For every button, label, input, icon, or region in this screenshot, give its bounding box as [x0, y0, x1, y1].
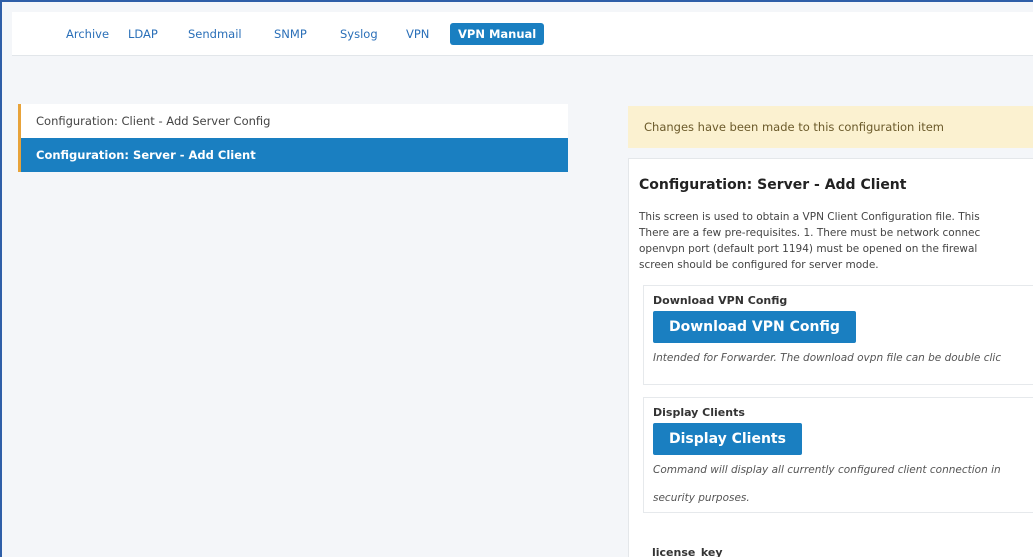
section-download-vpn-config: Download VPN Config Download VPN Config … [643, 285, 1033, 385]
changes-notice: Changes have been made to this configura… [628, 106, 1033, 148]
config-panel: Configuration: Server - Add Client This … [628, 158, 1033, 557]
section-note: Intended for Forwarder. The download ovp… [653, 352, 1002, 364]
tab-ldap[interactable]: LDAP [120, 23, 166, 45]
tab-vpn[interactable]: VPN [398, 23, 437, 45]
description-line: This screen is used to obtain a VPN Clie… [639, 211, 980, 223]
tab-archive[interactable]: Archive [58, 23, 117, 45]
download-vpn-config-button[interactable]: Download VPN Config [653, 311, 856, 343]
description-line: openvpn port (default port 1194) must be… [639, 243, 978, 255]
description-line: There are a few pre-requisites. 1. There… [639, 227, 981, 239]
tab-syslog[interactable]: Syslog [332, 23, 386, 45]
tab-vpn-manual[interactable]: VPN Manual [450, 23, 545, 45]
app-frame: Archive LDAP Sendmail SNMP Syslog VPN VP… [0, 0, 1033, 557]
tab-snmp[interactable]: SNMP [266, 23, 315, 45]
section-display-clients: Display Clients Display Clients Command … [643, 397, 1033, 513]
description-line: screen should be configured for server m… [639, 259, 879, 271]
section-label: Display Clients [653, 406, 745, 419]
section-note: security purposes. [653, 492, 750, 504]
panel-title: Configuration: Server - Add Client [639, 177, 907, 193]
license-key-label: license_key [652, 546, 723, 557]
tab-bar: Archive LDAP Sendmail SNMP Syslog VPN VP… [12, 12, 1033, 56]
config-item-client-add-server[interactable]: Configuration: Client - Add Server Confi… [18, 104, 568, 138]
config-list: Configuration: Client - Add Server Confi… [18, 104, 568, 172]
tab-sendmail[interactable]: Sendmail [180, 23, 250, 45]
display-clients-button[interactable]: Display Clients [653, 423, 802, 455]
config-item-server-add-client[interactable]: Configuration: Server - Add Client [18, 138, 568, 172]
section-note: Command will display all currently confi… [653, 464, 1001, 476]
section-label: Download VPN Config [653, 294, 788, 307]
